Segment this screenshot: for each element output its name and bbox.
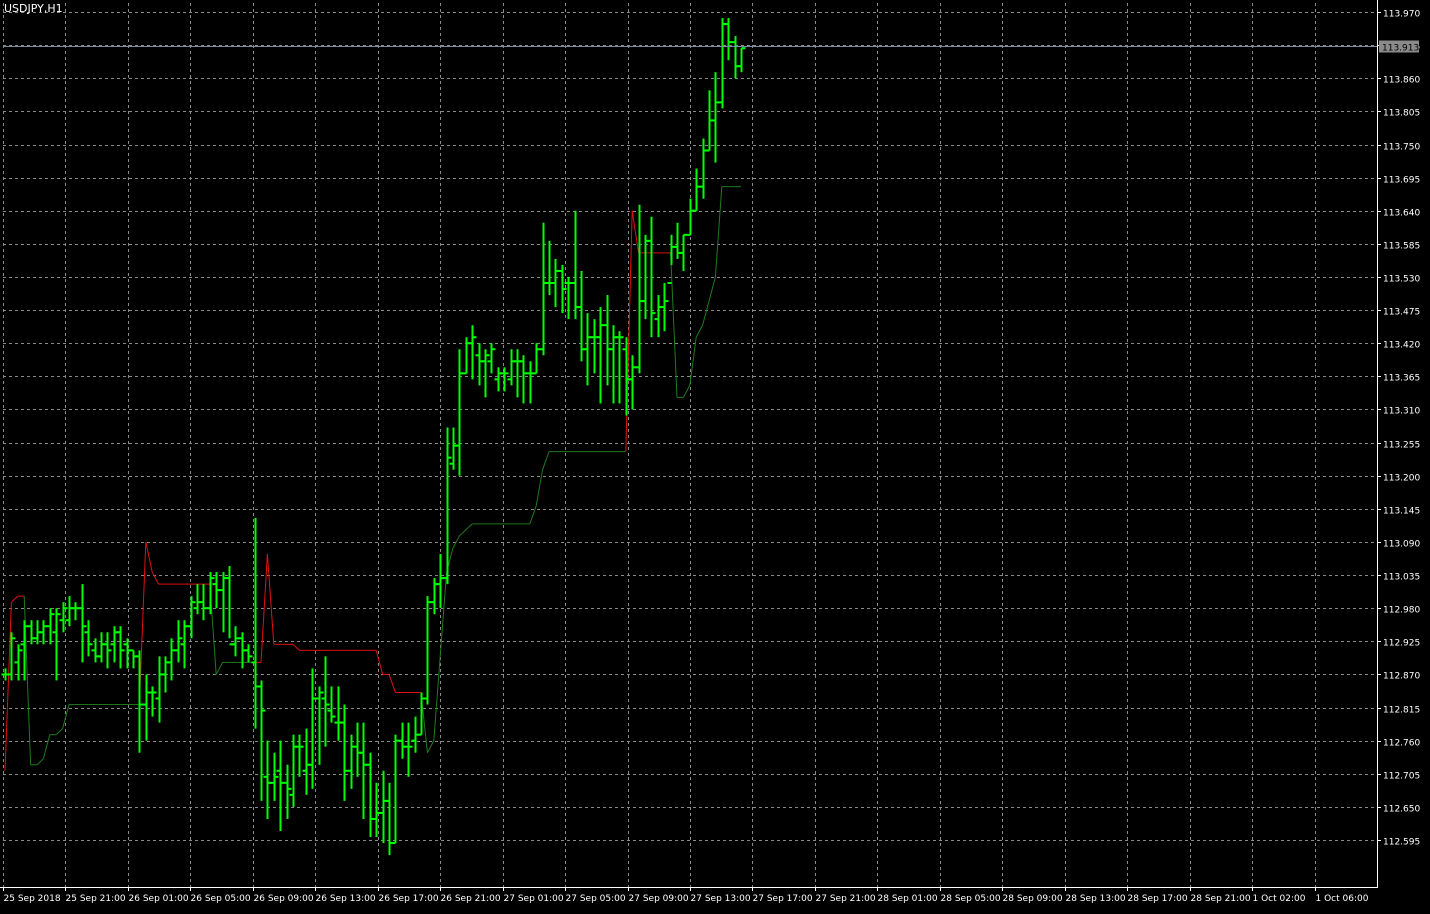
- price-tick-label: 113.420: [1383, 341, 1420, 351]
- time-tick-label: 26 Sep 01:00: [129, 894, 189, 904]
- price-tick-label: 113.970: [1383, 10, 1420, 20]
- price-tick-label: 113.200: [1383, 474, 1420, 484]
- price-tick-label: 113.365: [1383, 374, 1420, 384]
- time-tick-label: 28 Sep 05:00: [941, 894, 1001, 904]
- time-tick-label: 26 Sep 21:00: [441, 894, 501, 904]
- time-tick-label: 27 Sep 01:00: [504, 894, 564, 904]
- time-tick-label: 27 Sep 09:00: [629, 894, 689, 904]
- price-tick-label: 113.090: [1383, 540, 1420, 550]
- price-chart[interactable]: 113.970113.915113.860113.805113.750113.6…: [0, 0, 1430, 910]
- time-tick-label: 28 Sep 13:00: [1066, 894, 1126, 904]
- price-tick-label: 113.695: [1383, 176, 1420, 186]
- time-tick-label: 1 Oct 06:00: [1316, 894, 1369, 904]
- price-tick-label: 112.650: [1383, 805, 1420, 815]
- time-tick-label: 27 Sep 17:00: [753, 894, 813, 904]
- time-tick-label: 26 Sep 05:00: [191, 894, 251, 904]
- price-tick-label: 112.760: [1383, 739, 1420, 749]
- price-tick-label: 112.815: [1383, 706, 1420, 716]
- price-tick-label: 113.750: [1383, 143, 1420, 153]
- price-tick-label: 113.475: [1383, 308, 1420, 318]
- time-tick-label: 28 Sep 09:00: [1003, 894, 1063, 904]
- symbol-label: USDJPY,H1: [4, 2, 63, 15]
- price-tick-label: 112.925: [1383, 639, 1420, 649]
- time-tick-label: 27 Sep 21:00: [816, 894, 876, 904]
- price-tick-label: 113.255: [1383, 441, 1420, 451]
- price-tick-label: 112.870: [1383, 672, 1420, 682]
- price-tick-label: 113.530: [1383, 275, 1420, 285]
- price-tick-label: 113.640: [1383, 209, 1420, 219]
- price-tick-label: 113.585: [1383, 242, 1420, 252]
- price-tick-label: 112.595: [1383, 838, 1420, 848]
- time-tick-label: 26 Sep 17:00: [379, 894, 439, 904]
- price-tick-label: 113.145: [1383, 507, 1420, 517]
- time-tick-label: 27 Sep 13:00: [691, 894, 751, 904]
- time-tick-label: 28 Sep 01:00: [878, 894, 938, 904]
- chart-window[interactable]: 113.970113.915113.860113.805113.750113.6…: [0, 0, 1430, 910]
- current-price-label: 113.913: [1382, 44, 1419, 54]
- time-tick-label: 1 Oct 02:00: [1253, 894, 1306, 904]
- time-tick-label: 26 Sep 13:00: [316, 894, 376, 904]
- price-tick-label: 113.035: [1383, 573, 1420, 583]
- time-tick-label: 26 Sep 09:00: [254, 894, 314, 904]
- time-tick-label: 25 Sep 2018: [4, 894, 61, 904]
- price-tick-label: 112.980: [1383, 606, 1420, 616]
- time-tick-label: 25 Sep 21:00: [66, 894, 126, 904]
- time-tick-label: 27 Sep 05:00: [566, 894, 626, 904]
- time-tick-label: 28 Sep 21:00: [1191, 894, 1251, 904]
- price-tick-label: 113.860: [1383, 76, 1420, 86]
- price-tick-label: 112.705: [1383, 772, 1420, 782]
- price-tick-label: 113.805: [1383, 109, 1420, 119]
- time-tick-label: 28 Sep 17:00: [1128, 894, 1188, 904]
- price-tick-label: 113.310: [1383, 407, 1420, 417]
